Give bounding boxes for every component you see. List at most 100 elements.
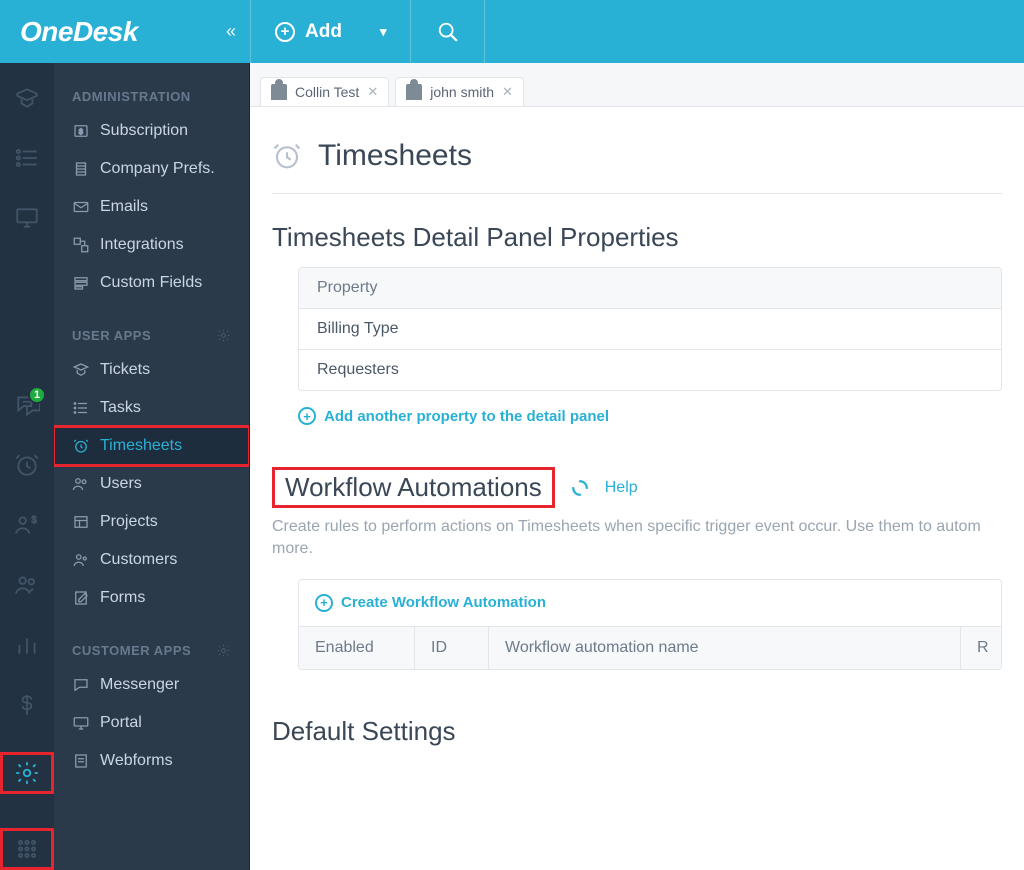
rail-settings[interactable] <box>0 752 54 794</box>
gear-icon[interactable] <box>216 643 231 658</box>
rail-display[interactable] <box>0 205 54 231</box>
detail-panel-heading: Timesheets Detail Panel Properties <box>272 222 1002 253</box>
sidebar-messenger[interactable]: Messenger <box>54 666 249 704</box>
sidebar-integrations[interactable]: Integrations <box>54 226 249 264</box>
tab-john[interactable]: john smith✕ <box>395 77 524 106</box>
ticket-icon <box>14 85 40 111</box>
col-enabled: Enabled <box>299 627 415 669</box>
gear-icon <box>14 760 40 786</box>
svg-text:$: $ <box>31 515 37 526</box>
monitor-icon <box>72 714 90 732</box>
add-label: Add <box>305 21 342 43</box>
close-icon[interactable]: ✕ <box>502 84 513 100</box>
collapse-sidebar-icon[interactable]: « <box>226 21 236 42</box>
section-admin: ADMINISTRATION <box>54 63 249 112</box>
search-button[interactable] <box>411 0 485 63</box>
main: Collin Test✕ john smith✕ Timesheets Time… <box>250 63 1024 870</box>
rail-tasks[interactable] <box>0 145 54 171</box>
tabs: Collin Test✕ john smith✕ <box>250 63 1024 107</box>
building-icon <box>72 160 90 178</box>
notification-badge: 1 <box>28 386 46 404</box>
list-icon <box>14 145 40 171</box>
grid-icon <box>14 836 40 862</box>
properties-table: Property Billing Type Requesters <box>298 267 1002 391</box>
close-icon[interactable]: ✕ <box>367 84 378 100</box>
brand-area: OneDesk « <box>0 0 250 63</box>
sidebar-portal[interactable]: Portal <box>54 704 249 742</box>
icon-rail: 1 $ <box>0 63 54 870</box>
add-property-link[interactable]: + Add another property to the detail pan… <box>272 391 1002 425</box>
workflow-table: + Create Workflow Automation Enabled ID … <box>298 579 1002 670</box>
sidebar-timesheets[interactable]: Timesheets <box>54 427 249 465</box>
customers-icon <box>72 551 90 569</box>
rail-apps[interactable] <box>0 828 54 870</box>
sidebar-tasks[interactable]: Tasks <box>54 389 249 427</box>
sidebar-custom-fields[interactable]: Custom Fields <box>54 264 249 302</box>
plus-circle-icon: + <box>315 594 333 612</box>
tab-collin[interactable]: Collin Test✕ <box>260 77 389 106</box>
integrations-icon <box>72 236 90 254</box>
property-header: Property <box>299 268 1001 308</box>
topbar: OneDesk « + Add ▾ <box>0 0 1024 63</box>
chat-icon <box>72 676 90 694</box>
avatar-icon <box>406 84 422 100</box>
search-icon <box>437 21 459 43</box>
rail-analytics[interactable] <box>0 632 54 658</box>
plus-circle-icon: + <box>298 407 316 425</box>
logo: OneDesk <box>20 16 138 48</box>
sidebar-subscription[interactable]: $Subscription <box>54 112 249 150</box>
section-user-apps: USER APPS <box>54 302 249 351</box>
gear-icon[interactable] <box>216 328 231 343</box>
sidebar-tickets[interactable]: Tickets <box>54 351 249 389</box>
users-icon <box>72 475 90 493</box>
avatar-icon <box>271 84 287 100</box>
fields-icon <box>72 274 90 292</box>
alarm-icon <box>272 141 302 171</box>
dollar-card-icon: $ <box>72 122 90 140</box>
rail-users-dollar[interactable]: $ <box>0 512 54 538</box>
rail-finance[interactable] <box>0 692 54 718</box>
property-row[interactable]: Requesters <box>299 349 1001 390</box>
plus-circle-icon: + <box>275 22 295 42</box>
col-name: Workflow automation name <box>489 627 961 669</box>
workflow-section: Workflow Automations Help Create rules t… <box>272 467 1002 670</box>
help-link[interactable]: Help <box>605 479 638 497</box>
property-row[interactable]: Billing Type <box>299 308 1001 349</box>
workflow-description: Create rules to perform actions on Times… <box>272 516 1002 561</box>
users-icon <box>14 572 40 598</box>
rail-messenger[interactable]: 1 <box>0 392 54 418</box>
create-workflow-link[interactable]: + Create Workflow Automation <box>299 580 1001 626</box>
mail-icon <box>72 198 90 216</box>
workflow-columns: Enabled ID Workflow automation name R <box>299 626 1001 669</box>
webform-icon <box>72 752 90 770</box>
forms-icon <box>72 589 90 607</box>
add-button[interactable]: + Add ▾ <box>250 0 411 63</box>
sidebar-projects[interactable]: Projects <box>54 503 249 541</box>
default-settings-heading: Default Settings <box>272 716 1002 747</box>
rail-customers[interactable] <box>0 572 54 598</box>
content: Timesheets Timesheets Detail Panel Prope… <box>250 107 1024 870</box>
bar-chart-icon <box>14 632 40 658</box>
rail-timesheets[interactable] <box>0 452 54 478</box>
alarm-icon <box>14 452 40 478</box>
ticket-icon <box>72 361 90 379</box>
sidebar-users[interactable]: Users <box>54 465 249 503</box>
sidebar-forms[interactable]: Forms <box>54 579 249 617</box>
rail-tickets[interactable] <box>0 85 54 111</box>
users-dollar-icon: $ <box>14 512 40 538</box>
section-customer-apps: CUSTOMER APPS <box>54 617 249 666</box>
alarm-icon <box>72 437 90 455</box>
sidebar-webforms[interactable]: Webforms <box>54 742 249 780</box>
projects-icon <box>72 513 90 531</box>
monitor-icon <box>14 205 40 231</box>
col-id: ID <box>415 627 489 669</box>
page-title: Timesheets <box>318 139 472 173</box>
dollar-icon <box>14 692 40 718</box>
sidebar-customers[interactable]: Customers <box>54 541 249 579</box>
sidebar-emails[interactable]: Emails <box>54 188 249 226</box>
sidebar-company-prefs[interactable]: Company Prefs. <box>54 150 249 188</box>
sidebar: ADMINISTRATION $Subscription Company Pre… <box>54 63 250 870</box>
topbar-actions: + Add ▾ <box>250 0 1024 63</box>
col-r: R <box>961 627 1001 669</box>
list-icon <box>72 399 90 417</box>
